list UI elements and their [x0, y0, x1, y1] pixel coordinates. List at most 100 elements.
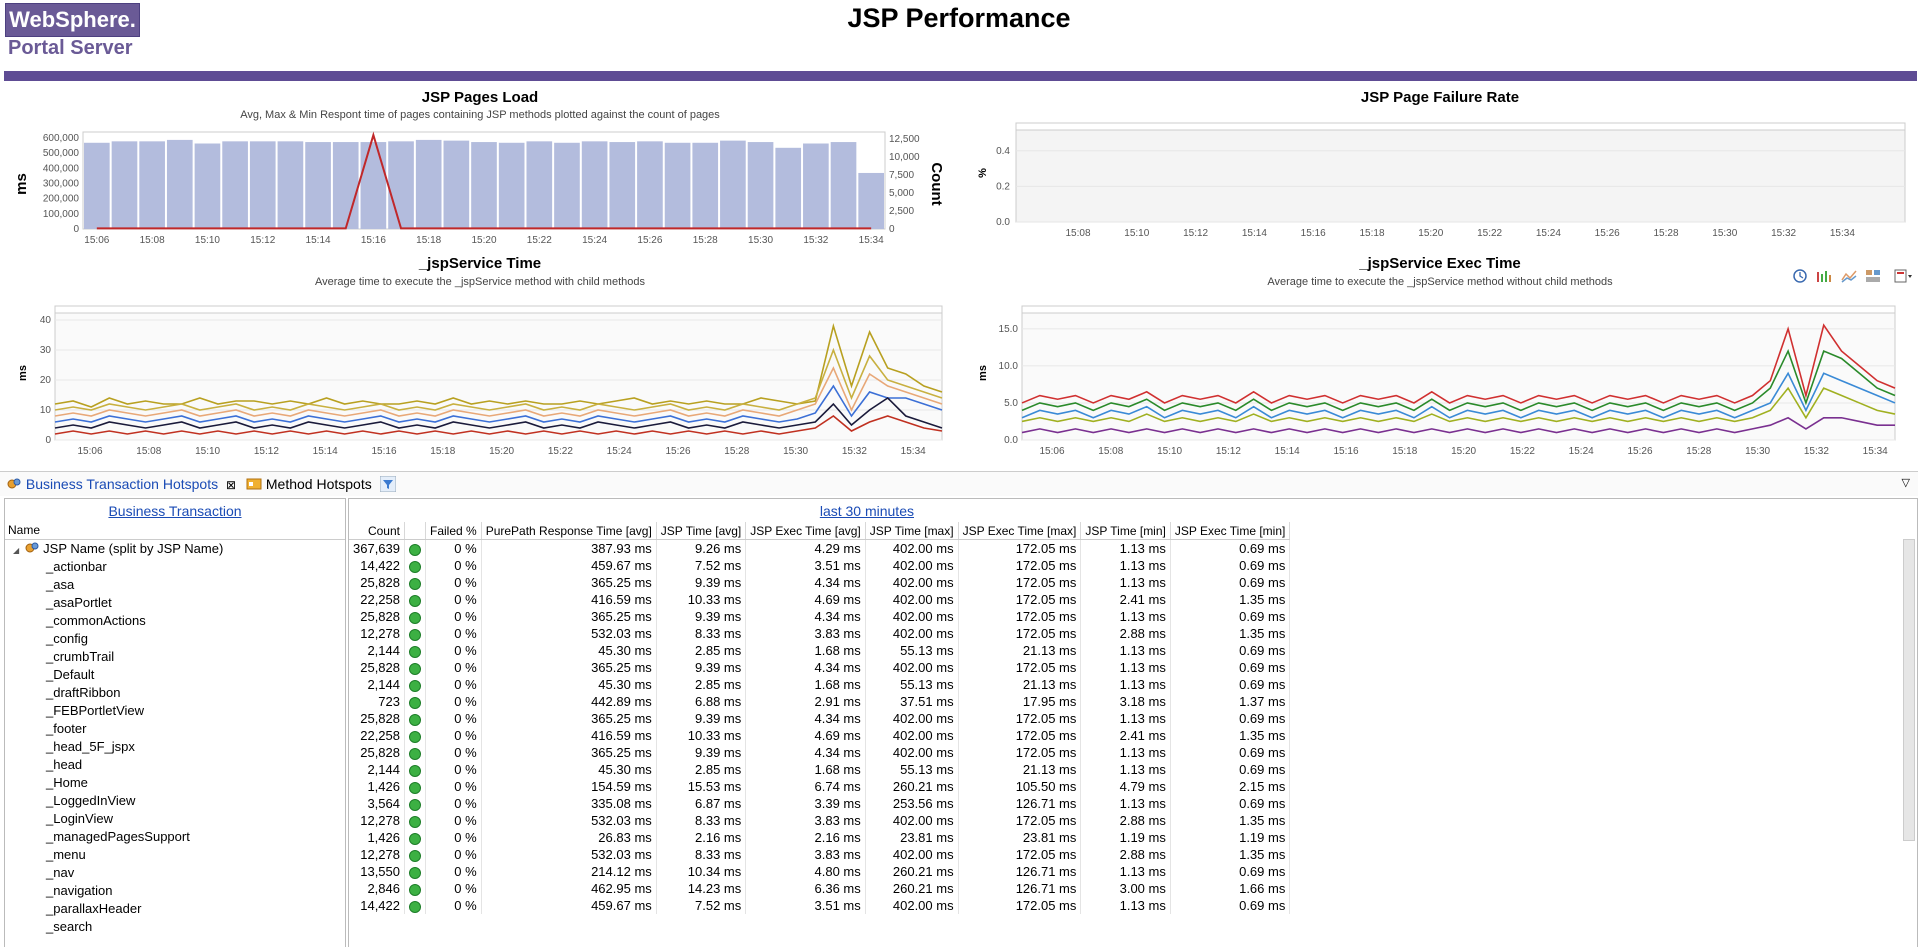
tree-row[interactable]: _LoginView [5, 810, 345, 828]
name-column-header[interactable]: Name [8, 523, 40, 537]
column-header[interactable]: JSP Time [avg] [656, 522, 747, 540]
column-header[interactable]: PurePath Response Time [avg] [481, 522, 657, 540]
table-row[interactable]: 2,144 0 % 45.30 ms 2.85 ms 1.68 ms 55.13 ms 21… [349, 642, 1291, 659]
tree-root-row[interactable]: ◢ JSP Name (split by JSP Name) [5, 540, 345, 558]
tree-row[interactable]: _config [5, 630, 345, 648]
table-cell: 0 % [425, 676, 482, 693]
table-row[interactable]: 12,278 0 % 532.03 ms 8.33 ms 3.83 ms 402.00 m… [349, 812, 1291, 829]
table-cell: 4.80 ms [745, 863, 866, 880]
table-cell: 17.95 ms [958, 693, 1082, 710]
tree-row[interactable]: _nav [5, 864, 345, 882]
table-row[interactable]: 12,278 0 % 532.03 ms 8.33 ms 3.83 ms 402.00 m… [349, 625, 1291, 642]
pages-load-subtitle: Avg, Max & Min Respont time of pages con… [240, 109, 720, 121]
table-cell: 172.05 ms [958, 897, 1082, 914]
row-name: _Home [46, 775, 88, 790]
count-bar [720, 140, 746, 229]
column-header[interactable]: JSP Time [min] [1080, 522, 1171, 540]
x-tick-label: 15:14 [1242, 228, 1267, 239]
table-row[interactable]: 25,828 0 % 365.25 ms 9.39 ms 4.34 ms 402.00 m… [349, 574, 1291, 591]
tab-business-transaction-hotspots[interactable]: Business Transaction Hotspots ⊠ [6, 474, 236, 494]
clock-icon[interactable] [1792, 268, 1808, 284]
table-cell: 0 % [425, 812, 482, 829]
tree-row[interactable]: _navigation [5, 882, 345, 900]
tab-method-hotspots[interactable]: Method Hotspots [246, 474, 397, 494]
tree-row[interactable]: _Default [5, 666, 345, 684]
bar-chart-icon[interactable] [1816, 268, 1832, 284]
count-bar [139, 141, 165, 229]
tree-row[interactable]: _head [5, 756, 345, 774]
table-row[interactable]: 367,639 0 % 387.93 ms 9.26 ms 4.29 ms 402.00 … [349, 539, 1291, 557]
table-row[interactable]: 25,828 0 % 365.25 ms 9.39 ms 4.34 ms 402.00 m… [349, 710, 1291, 727]
vertical-scrollbar[interactable] [1903, 539, 1915, 841]
table-row[interactable]: 1,426 0 % 26.83 ms 2.16 ms 2.16 ms 23.81 ms 23… [349, 829, 1291, 846]
table-cell: 172.05 ms [958, 659, 1082, 676]
table-cell: 0 % [425, 539, 482, 557]
table-row[interactable]: 2,144 0 % 45.30 ms 2.85 ms 1.68 ms 55.13 ms 21… [349, 676, 1291, 693]
tree-row[interactable]: _parallaxHeader [5, 900, 345, 918]
table-cell: 1.35 ms [1170, 846, 1291, 863]
table-row[interactable]: 3,564 0 % 335.08 ms 6.87 ms 3.39 ms 253.56 ms… [349, 795, 1291, 812]
table-row[interactable]: 13,550 0 % 214.12 ms 10.34 ms 4.80 ms 260.21 … [349, 863, 1291, 880]
tree-row[interactable]: _head_5F_jspx [5, 738, 345, 756]
table-row[interactable]: 22,258 0 % 416.59 ms 10.33 ms 4.69 ms 402.00 … [349, 727, 1291, 744]
tree-row[interactable]: _asa [5, 576, 345, 594]
filter-icon[interactable] [379, 475, 397, 493]
table-row[interactable]: 12,278 0 % 532.03 ms 8.33 ms 3.83 ms 402.00 m… [349, 846, 1291, 863]
column-header[interactable]: JSP Exec Time [avg] [745, 522, 866, 540]
table-cell: 10.34 ms [656, 863, 747, 880]
table-row[interactable]: 14,422 0 % 459.67 ms 7.52 ms 3.51 ms 402.00 m… [349, 897, 1291, 914]
table-cell: 13,550 [349, 863, 405, 880]
column-header[interactable]: Failed % [425, 522, 482, 540]
tree-row[interactable]: _footer [5, 720, 345, 738]
tab-close-icon[interactable]: ⊠ [226, 478, 236, 492]
table-row[interactable]: 25,828 0 % 365.25 ms 9.39 ms 4.34 ms 402.00 m… [349, 744, 1291, 761]
tree-row[interactable]: _crumbTrail [5, 648, 345, 666]
y2-tick-label: 0 [889, 224, 895, 235]
table-cell: 45.30 ms [481, 676, 657, 693]
column-header[interactable]: JSP Exec Time [min] [1170, 522, 1291, 540]
status-ok-icon [409, 594, 421, 607]
table-cell: 15.53 ms [656, 778, 747, 795]
table-row[interactable]: 22,258 0 % 416.59 ms 10.33 ms 4.69 ms 402.00 … [349, 591, 1291, 608]
tree-row[interactable]: _menu [5, 846, 345, 864]
table-row[interactable]: 2,144 0 % 45.30 ms 2.85 ms 1.68 ms 55.13 ms 21… [349, 761, 1291, 778]
table-cell: 0.69 ms [1170, 710, 1291, 727]
column-header[interactable]: JSP Time [max] [865, 522, 959, 540]
row-name: _managedPagesSupport [46, 829, 190, 844]
tree-row[interactable]: _LoggedInView [5, 792, 345, 810]
table-cell: 23.81 ms [865, 829, 959, 846]
table-row[interactable]: 14,422 0 % 459.67 ms 7.52 ms 3.51 ms 402.00 m… [349, 557, 1291, 574]
table-cell: 1.13 ms [1080, 897, 1171, 914]
column-header[interactable] [404, 522, 426, 540]
column-header[interactable]: JSP Exec Time [max] [958, 522, 1082, 540]
y-tick-label: 400,000 [43, 163, 80, 174]
column-header[interactable]: Count [349, 522, 405, 540]
table-cell: 25,828 [349, 710, 405, 727]
tree-row[interactable]: _commonActions [5, 612, 345, 630]
table-row[interactable]: 25,828 0 % 365.25 ms 9.39 ms 4.34 ms 402.00 m… [349, 608, 1291, 625]
table-cell: 4.34 ms [745, 608, 866, 625]
x-tick-label: 15:10 [195, 235, 220, 246]
layout-icon[interactable] [1865, 268, 1881, 284]
tree-row[interactable]: _FEBPortletView [5, 702, 345, 720]
tree-row[interactable]: _search [5, 918, 345, 936]
tree-row[interactable]: _asaPortlet [5, 594, 345, 612]
y-axis-label: ms [13, 173, 30, 195]
table-row[interactable]: 2,846 0 % 462.95 ms 14.23 ms 6.36 ms 260.21 m… [349, 880, 1291, 897]
table-cell: 0.69 ms [1170, 539, 1291, 557]
business-transaction-link[interactable]: Business Transaction [5, 503, 345, 519]
expand-toggle-icon[interactable]: ◢ [13, 546, 19, 555]
tree-row[interactable]: _managedPagesSupport [5, 828, 345, 846]
tree-row[interactable]: _Home [5, 774, 345, 792]
time-range-link[interactable]: last 30 minutes [349, 503, 914, 519]
view-menu-icon[interactable]: ▽ [1902, 476, 1910, 489]
export-menu-icon[interactable] [1894, 268, 1912, 284]
table-row[interactable]: 25,828 0 % 365.25 ms 9.39 ms 4.34 ms 402.00 m… [349, 659, 1291, 676]
table-row[interactable]: 1,426 0 % 154.59 ms 15.53 ms 6.74 ms 260.21 m… [349, 778, 1291, 795]
table-row[interactable]: 723 0 % 442.89 ms 6.88 ms 2.91 ms 37.51 ms 17.… [349, 693, 1291, 710]
tree-row[interactable]: _draftRibbon [5, 684, 345, 702]
table-cell: 402.00 ms [865, 625, 959, 642]
line-chart-icon[interactable] [1841, 268, 1857, 284]
status-ok-icon [409, 679, 421, 692]
tree-row[interactable]: _actionbar [5, 558, 345, 576]
